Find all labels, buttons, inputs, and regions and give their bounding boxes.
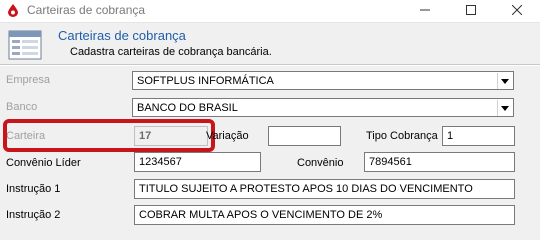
banco-value: BANCO DO BRASIL xyxy=(137,102,238,114)
convenio-lider-field[interactable]: 1234567 xyxy=(134,152,261,172)
banco-label: Banco xyxy=(6,101,38,113)
header-subtitle: Cadastra carteiras de cobrança bancária. xyxy=(70,46,272,58)
app-drop-icon xyxy=(8,4,18,17)
empresa-select[interactable]: SOFTPLUS INFORMÁTICA xyxy=(132,71,514,90)
instrucao1-field[interactable]: TITULO SUJEITO A PROTESTO APOS 10 DIAS D… xyxy=(134,179,515,199)
chevron-down-icon xyxy=(501,105,509,111)
header-title: Carteiras de cobrança xyxy=(58,28,186,43)
empresa-dropdown-button[interactable] xyxy=(497,73,512,89)
tipo-cobranca-label: Tipo Cobrança xyxy=(366,130,438,142)
instrucao2-label: Instrução 2 xyxy=(6,209,61,221)
convenio-field[interactable]: 7894561 xyxy=(364,152,515,172)
form-icon xyxy=(8,30,42,60)
window-title: Carteiras de cobrança xyxy=(27,3,146,17)
convenio-lider-label: Convênio Líder xyxy=(6,157,81,169)
variacao-field[interactable] xyxy=(268,126,341,146)
empresa-value: SOFTPLUS INFORMÁTICA xyxy=(137,75,274,87)
banco-select[interactable]: BANCO DO BRASIL xyxy=(132,98,514,117)
close-button[interactable] xyxy=(494,0,540,22)
maximize-button[interactable] xyxy=(448,0,494,22)
banco-dropdown-button[interactable] xyxy=(497,100,512,116)
maximize-icon xyxy=(466,5,476,15)
convenio-label: Convênio xyxy=(297,157,344,169)
minimize-button[interactable] xyxy=(402,0,448,22)
instrucao2-field[interactable]: COBRAR MULTA APOS O VENCIMENTO DE 2% xyxy=(134,205,515,225)
header-separator xyxy=(0,64,540,66)
variacao-label: Variação xyxy=(206,130,249,142)
minimize-icon xyxy=(420,9,430,11)
highlight-box xyxy=(3,119,215,152)
empresa-label: Empresa xyxy=(6,74,51,86)
tipo-cobranca-field[interactable]: 1 xyxy=(442,126,515,146)
close-icon xyxy=(511,4,523,16)
chevron-down-icon xyxy=(501,78,509,84)
instrucao1-label: Instrução 1 xyxy=(6,183,61,195)
